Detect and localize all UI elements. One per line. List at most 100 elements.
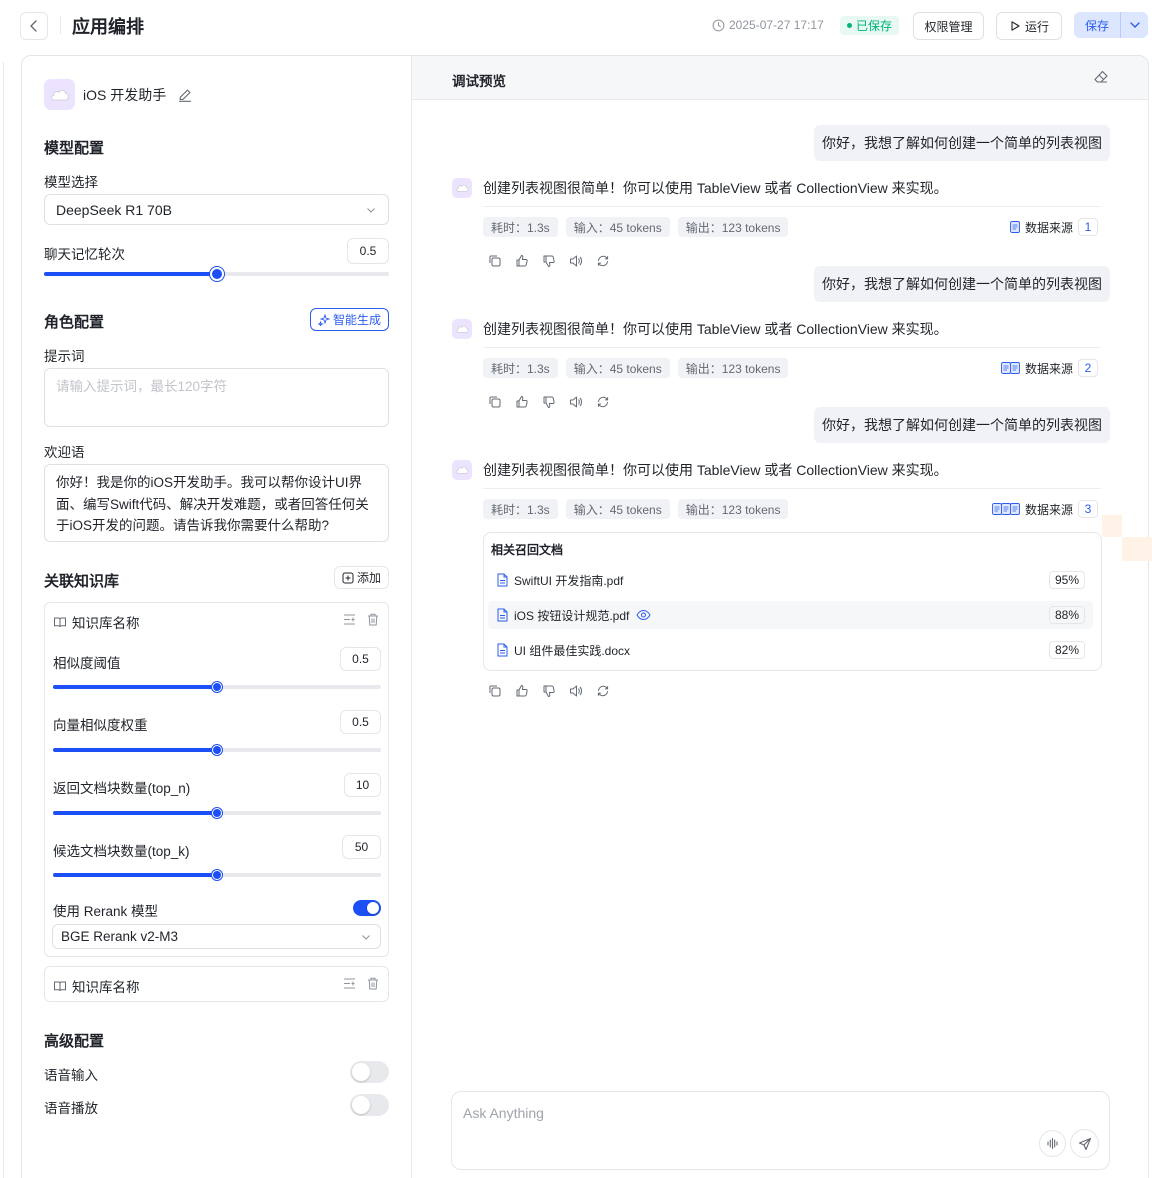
trash-icon[interactable] [366, 612, 380, 627]
file-icon [497, 643, 508, 657]
copy-icon[interactable] [488, 684, 502, 698]
knowledge-card-1-header: 知识库名称 [53, 612, 140, 632]
permission-button[interactable]: 权限管理 [913, 12, 984, 40]
add-knowledge-button[interactable]: 添加 [334, 566, 389, 589]
message-actions-final [488, 684, 610, 698]
message-stats: 耗时：1.3s 输入：45 tokens 输出：123 tokens [483, 217, 789, 237]
run-button[interactable]: 运行 [996, 12, 1062, 40]
chevron-down-icon [367, 207, 375, 213]
thumb-down-icon[interactable] [542, 395, 556, 409]
save-button-group: 保存 [1074, 12, 1148, 38]
send-icon [1078, 1137, 1091, 1150]
param-label-1: 相似度阈值 [53, 656, 121, 671]
voice-play-knob [352, 1096, 370, 1114]
param-slider-2[interactable] [53, 745, 381, 755]
thumb-up-icon[interactable] [515, 684, 529, 698]
memory-input[interactable]: 0.5 [347, 238, 389, 264]
copy-icon[interactable] [488, 395, 502, 409]
prompt-input[interactable]: 请输入提示词，最长120字符 [44, 368, 389, 427]
eraser-icon[interactable] [1093, 69, 1109, 85]
data-source-button[interactable]: 数据来源 2 [1001, 359, 1098, 377]
bot-message-text: 创建列表视图很简单！你可以使用 TableView 或者 CollectionV… [483, 462, 948, 478]
param-input-4[interactable]: 50 [342, 835, 381, 859]
chat-input[interactable]: Ask Anything [463, 1105, 544, 1121]
status-dot [847, 23, 852, 28]
time-chip: 耗时：1.3s [483, 217, 558, 237]
output-tokens-chip: 输出：123 tokens [677, 358, 789, 378]
voice-button[interactable] [1039, 1130, 1066, 1157]
edit-icon[interactable] [177, 87, 193, 103]
sparkle-icon [317, 313, 330, 326]
rerank-model-select[interactable]: BGE Rerank v2-M3 [52, 924, 381, 949]
doc-score: 88% [1048, 606, 1085, 624]
save-button[interactable]: 保存 [1074, 12, 1121, 38]
param-slider-3[interactable] [53, 808, 381, 818]
input-tokens-chip: 输入：45 tokens [565, 358, 670, 378]
voice-input-toggle[interactable] [350, 1061, 389, 1083]
speaker-icon[interactable] [569, 254, 583, 268]
param-input-2[interactable]: 0.5 [340, 710, 381, 734]
knowledge-card-2-header: 知识库名称 [53, 976, 140, 996]
param-input-1[interactable]: 0.5 [340, 647, 381, 671]
thumb-up-icon[interactable] [515, 254, 529, 268]
data-source-button[interactable]: 数据来源 3 [992, 500, 1098, 518]
chevron-down-icon [1129, 22, 1140, 28]
param-slider-4-thumb[interactable] [212, 870, 222, 880]
output-tokens-chip: 输出：123 tokens [677, 217, 789, 237]
source-icons [992, 503, 1020, 515]
message-stats: 耗时：1.3s 输入：45 tokens 输出：123 tokens [483, 499, 789, 519]
save-dropdown-button[interactable] [1121, 12, 1148, 38]
back-button[interactable] [20, 12, 48, 40]
doc-row-2[interactable]: iOS 按钮设计规范.pdf 88% [488, 601, 1093, 629]
doc-name: SwiftUI 开发指南.pdf [514, 573, 624, 588]
user-message: 你好，我想了解如何创建一个简单的列表视图 [814, 407, 1110, 443]
model-select[interactable]: DeepSeek R1 70B [44, 194, 389, 225]
cloud-avatar-icon [50, 89, 69, 100]
thumb-down-icon[interactable] [542, 684, 556, 698]
message-divider [483, 206, 1101, 207]
status-text: 已保存 [856, 19, 893, 33]
settings-icon[interactable] [342, 976, 357, 991]
param-slider-1[interactable] [53, 682, 381, 692]
recalled-docs-title: 相关召回文档 [491, 543, 564, 557]
chat-input-box [451, 1091, 1110, 1170]
param-slider-3-fill [53, 811, 217, 815]
thumb-up-icon[interactable] [515, 395, 529, 409]
refresh-icon[interactable] [596, 254, 610, 268]
rerank-toggle[interactable] [353, 900, 381, 916]
cloud-avatar-icon [456, 325, 468, 333]
voice-icon [1047, 1137, 1058, 1150]
memory-slider-thumb[interactable] [209, 267, 224, 281]
data-source-button[interactable]: 数据来源 1 [1010, 218, 1098, 236]
settings-icon[interactable] [342, 612, 357, 627]
copy-icon[interactable] [488, 254, 502, 268]
source-count: 1 [1078, 218, 1098, 236]
smart-generate-button[interactable]: 智能生成 [310, 308, 389, 331]
refresh-icon[interactable] [596, 395, 610, 409]
param-slider-4[interactable] [53, 870, 381, 880]
param-input-3[interactable]: 10 [344, 773, 381, 797]
status-badge: 已保存 [840, 16, 900, 35]
role-config-title: 角色配置 [44, 314, 105, 331]
refresh-icon[interactable] [596, 684, 610, 698]
voice-play-toggle[interactable] [350, 1094, 389, 1116]
trash-icon[interactable] [366, 976, 380, 991]
doc-row-3[interactable]: UI 组件最佳实践.docx 82% [488, 636, 1093, 664]
speaker-icon[interactable] [569, 684, 583, 698]
doc-row-1[interactable]: SwiftUI 开发指南.pdf 95% [488, 566, 1093, 594]
param-slider-1-thumb[interactable] [212, 682, 222, 692]
thumb-down-icon[interactable] [542, 254, 556, 268]
app-name: iOS 开发助手 [83, 86, 167, 103]
welcome-input[interactable]: 你好！我是你的iOS开发助手。我可以帮你设计UI界面、编写Swift代码、解决开… [44, 464, 389, 542]
send-button[interactable] [1070, 1129, 1099, 1158]
param-label-3: 返回文档块数量(top_n) [53, 781, 191, 796]
param-slider-2-thumb[interactable] [212, 745, 222, 755]
source-label: 数据来源 [1024, 361, 1073, 376]
speaker-icon[interactable] [569, 395, 583, 409]
user-message: 你好，我想了解如何创建一个简单的列表视图 [814, 125, 1110, 161]
knowledge-title: 关联知识库 [44, 573, 120, 590]
eye-icon[interactable] [636, 609, 651, 621]
param-slider-3-thumb[interactable] [212, 808, 222, 818]
user-message-text: 你好，我想了解如何创建一个简单的列表视图 [822, 276, 1102, 292]
memory-slider[interactable] [44, 267, 389, 281]
